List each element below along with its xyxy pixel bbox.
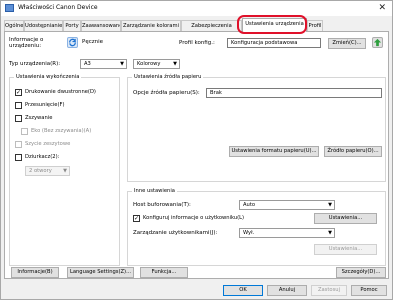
paper-source-title: Ustawienia źródła papieru: [132, 74, 204, 80]
offset-checkbox[interactable]: Przesunięcie(F): [15, 102, 115, 110]
properties-window: Właściwości Canon Device ✕ Ogólne Udostę…: [0, 0, 393, 300]
staple-label: Zszywanie: [25, 115, 53, 121]
checkbox-icon: [15, 141, 22, 148]
checkbox-icon: [15, 102, 22, 109]
profile-field[interactable]: Konfiguracja podstawowa: [227, 38, 321, 48]
punch-label: Dziurkacz(2):: [25, 154, 60, 160]
user-management-label: Zarządzanie użytkownikami(J):: [133, 230, 218, 236]
eco-staple-label: Eko (Bez zszywania)(A): [31, 128, 92, 134]
user-management-value: Wył.: [243, 230, 255, 236]
info-button[interactable]: Informacje(B): [11, 267, 59, 278]
offset-label: Przesunięcie(F): [25, 102, 65, 108]
checkbox-icon: [15, 154, 22, 161]
spool-label: Host buforowania(T):: [133, 202, 191, 208]
details-button[interactable]: Szczegóły(D)...: [336, 267, 386, 278]
function-button[interactable]: Funkcja...: [140, 267, 188, 278]
cancel-button[interactable]: Anuluj: [267, 285, 307, 296]
output-options-group: Ustawienia wykończenia ✓ Drukowanie dwus…: [9, 74, 120, 266]
duplex-checkbox[interactable]: ✓ Drukowanie dwustronne(D): [15, 89, 115, 97]
eco-staple-checkbox: Eko (Bez zszywania)(A): [21, 128, 116, 136]
punch-checkbox[interactable]: Dziurkacz(2):: [15, 154, 115, 162]
user-info-settings-button[interactable]: Ustawienia...: [314, 213, 377, 224]
tab-general[interactable]: Ogólne: [4, 20, 24, 31]
paper-format-settings-button[interactable]: Ustawienia formatu papieru(U)...: [229, 146, 319, 157]
tab-ports[interactable]: Porty: [63, 20, 81, 31]
export-button[interactable]: [372, 37, 383, 48]
color-mode-value: Kolorowy: [137, 61, 161, 67]
paper-source-option-field[interactable]: Brak: [206, 88, 382, 98]
saddle-stitch-checkbox: Szycie zeszytowe: [15, 141, 115, 149]
export-icon: [373, 38, 382, 47]
change-button[interactable]: Zmień(C)...: [328, 38, 366, 49]
checkbox-checked-icon: ✓: [15, 89, 22, 96]
punch-select-value: 2 otwory: [29, 168, 52, 174]
checkbox-icon: [15, 115, 22, 122]
refresh-label: Pęcznie: [82, 39, 104, 45]
other-settings-group: Inne ustawienia Host buforowania(T): Aut…: [127, 188, 386, 266]
refresh-button[interactable]: [67, 37, 78, 48]
punch-select: 2 otwory ▼: [25, 166, 70, 176]
device-type-label: Typ urządzenia(R):: [9, 61, 61, 67]
paper-source-button[interactable]: Źródło papieru(O)...: [324, 146, 382, 157]
tab-color-management[interactable]: Zarządzanie kolorami: [121, 20, 181, 31]
other-settings-title: Inne ustawienia: [132, 188, 177, 194]
chevron-down-icon: ▼: [328, 202, 332, 208]
spool-select[interactable]: Auto ▼: [239, 200, 335, 210]
paper-size-select[interactable]: A3 ▼: [80, 59, 127, 69]
device-info-label-2: urządzeniu:: [9, 43, 42, 49]
tab-profile[interactable]: Profil: [307, 20, 323, 31]
title-bar: Właściwości Canon Device ✕: [1, 1, 392, 16]
checkbox-checked-icon: ✓: [133, 215, 140, 222]
config-user-info-checkbox[interactable]: ✓ Konfiguruj informacje o użytkowniku(L): [133, 215, 253, 223]
staple-checkbox[interactable]: Zszywanie: [15, 115, 115, 123]
language-settings-button[interactable]: Language Settings(Z)...: [67, 267, 134, 278]
chevron-down-icon: ▼: [328, 230, 332, 236]
duplex-label: Drukowanie dwustronne(D): [25, 89, 96, 95]
profile-label: Profil konfig.:: [179, 40, 215, 46]
user-management-select[interactable]: Wył. ▼: [239, 228, 335, 238]
output-options-title: Ustawienia wykończenia: [14, 74, 82, 80]
apply-button: Zastosuj: [311, 285, 347, 296]
user-management-settings-button: Ustawienia...: [314, 244, 377, 255]
chevron-down-icon: ▼: [173, 61, 177, 67]
paper-source-group: Ustawienia źródła papieru Opcje źródła p…: [127, 74, 386, 182]
ok-button[interactable]: OK: [223, 285, 263, 296]
tab-highlight-annotation: [237, 15, 307, 34]
device-settings-panel: Informacje o urządzeniu: Pęcznie Profil …: [4, 31, 389, 279]
chevron-down-icon: ▼: [63, 168, 67, 174]
tab-sharing[interactable]: Udostępnianie: [24, 20, 63, 31]
tab-security[interactable]: Zabezpieczenia: [181, 20, 242, 31]
checkbox-icon: [21, 128, 28, 135]
paper-size-value: A3: [84, 61, 91, 67]
close-icon[interactable]: ✕: [378, 3, 386, 13]
spool-value: Auto: [243, 202, 256, 208]
chevron-down-icon: ▼: [120, 61, 124, 67]
saddle-stitch-label: Szycie zeszytowe: [25, 141, 71, 147]
tab-advanced[interactable]: Zaawansowane: [81, 20, 121, 31]
window-title: Właściwości Canon Device: [18, 4, 98, 11]
config-user-info-label: Konfiguruj informacje o użytkowniku(L): [143, 215, 245, 221]
printer-icon: [5, 4, 14, 12]
paper-source-option-label: Opcje źródła papieru(S):: [133, 90, 200, 96]
color-mode-select[interactable]: Kolorowy ▼: [133, 59, 180, 69]
help-button[interactable]: Pomoc: [351, 285, 387, 296]
refresh-icon: [69, 38, 76, 47]
tab-bar: Ogólne Udostępnianie Porty Zaawansowane …: [4, 18, 389, 32]
